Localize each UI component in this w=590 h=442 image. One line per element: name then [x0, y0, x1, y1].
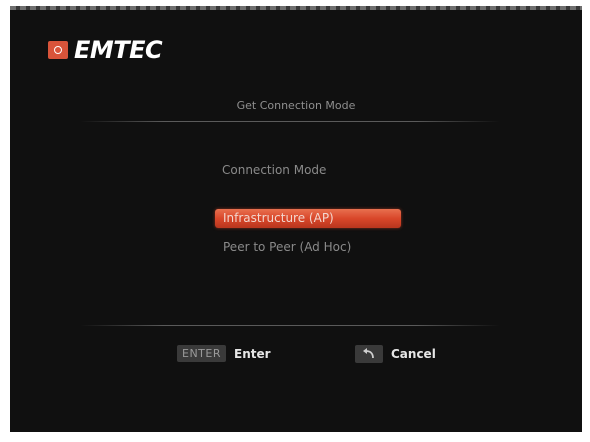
emtec-logo: EMTEC — [48, 36, 163, 64]
bottom-divider — [80, 325, 500, 326]
option-label: Peer to Peer (Ad Hoc) — [223, 240, 352, 254]
option-infrastructure[interactable]: Infrastructure (AP) — [215, 209, 401, 228]
page-title: Get Connection Mode — [236, 99, 356, 112]
tv-screen: EMTEC Get Connection Mode Connection Mod… — [10, 6, 582, 432]
enter-key-chip: ENTER — [177, 345, 226, 362]
enter-hint[interactable]: ENTER Enter — [177, 345, 271, 362]
section-label: Connection Mode — [222, 163, 327, 177]
option-peer-to-peer[interactable]: Peer to Peer (Ad Hoc) — [215, 238, 401, 257]
enter-label: Enter — [234, 346, 271, 361]
cancel-label: Cancel — [391, 347, 436, 361]
option-label: Infrastructure (AP) — [223, 211, 334, 225]
logo-text: EMTEC — [74, 36, 163, 64]
back-arrow-icon — [355, 345, 383, 363]
logo-mark-icon — [48, 41, 68, 59]
cancel-hint[interactable]: Cancel — [355, 345, 436, 363]
top-divider — [80, 121, 500, 122]
